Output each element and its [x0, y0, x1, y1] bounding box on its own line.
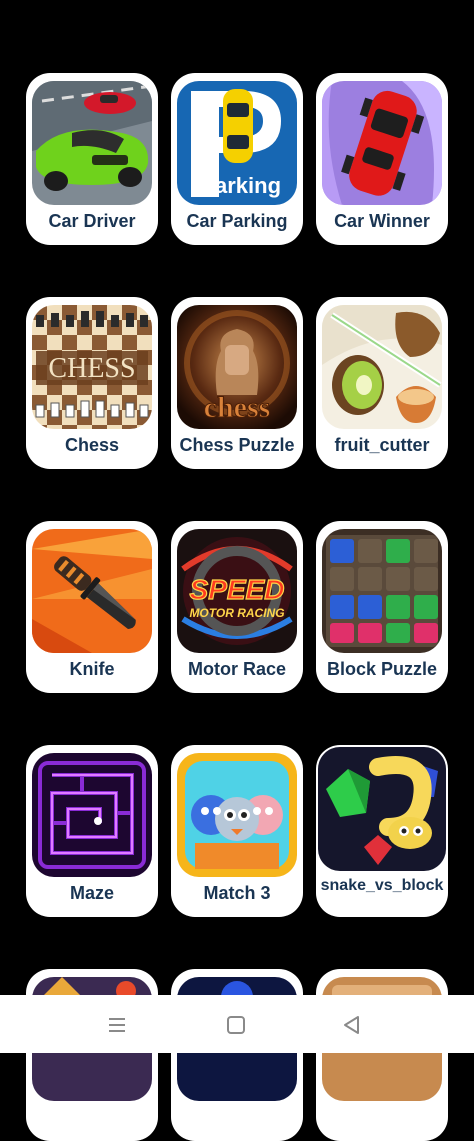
motor-race-icon: SPEED MOTOR RACING: [177, 529, 297, 653]
app-card-car-winner[interactable]: Car Winner: [316, 73, 448, 245]
car-driver-icon: [32, 81, 152, 205]
motor-race-icon-subtitle: MOTOR RACING: [189, 606, 284, 620]
system-navigation-bar: [0, 995, 474, 1053]
car-winner-icon: [322, 81, 442, 205]
chess-icon: CHESS: [32, 305, 152, 429]
motor-race-icon-title: SPEED: [190, 574, 285, 605]
app-label: Car Winner: [334, 211, 430, 231]
maze-icon: [32, 753, 152, 877]
app-card-car-driver[interactable]: Car Driver: [26, 73, 158, 245]
home-button[interactable]: [220, 1009, 252, 1041]
app-card-block-puzzle[interactable]: Block Puzzle: [316, 521, 448, 693]
fruit-cutter-icon: [322, 305, 442, 429]
triangle-back-icon: [336, 1009, 368, 1041]
snake-vs-block-icon: [318, 747, 446, 871]
app-label: fruit_cutter: [334, 435, 430, 455]
menu-icon: [101, 1009, 133, 1041]
app-card-maze[interactable]: Maze: [26, 745, 158, 917]
app-label: Car Parking: [186, 211, 288, 231]
app-card-knife[interactable]: Knife: [26, 521, 158, 693]
chess-puzzle-icon-text: chess: [204, 391, 271, 424]
back-button[interactable]: [336, 1009, 368, 1041]
chess-icon-text: CHESS: [48, 353, 135, 384]
app-label: Chess: [64, 435, 120, 455]
car-parking-icon: arking: [177, 81, 297, 205]
parking-icon-text: arking: [215, 173, 281, 198]
app-label: Chess Puzzle: [179, 435, 295, 455]
square-icon: [220, 1009, 252, 1041]
chess-puzzle-icon: chess: [177, 305, 297, 429]
app-card-fruit-cutter[interactable]: fruit_cutter: [316, 297, 448, 469]
app-label: Match 3: [203, 883, 271, 903]
knife-icon: [32, 529, 152, 653]
app-card-match-3[interactable]: Match 3: [171, 745, 303, 917]
app-card-snake-vs-block[interactable]: snake_vs_block: [316, 745, 448, 917]
app-label: Maze: [69, 883, 114, 903]
match-3-icon: [177, 753, 297, 877]
app-grid: Car Driver arking Car Parking Car Winner…: [0, 0, 474, 1141]
app-label: Block Puzzle: [326, 659, 438, 679]
app-label: Knife: [69, 659, 115, 679]
app-card-chess-puzzle[interactable]: chess Chess Puzzle: [171, 297, 303, 469]
recents-button[interactable]: [101, 1009, 133, 1041]
app-label: snake_vs_block: [320, 877, 444, 894]
app-card-chess[interactable]: CHESS Chess: [26, 297, 158, 469]
app-card-motor-race[interactable]: SPEED MOTOR RACING Motor Race: [171, 521, 303, 693]
app-card-car-parking[interactable]: arking Car Parking: [171, 73, 303, 245]
block-puzzle-icon: [322, 529, 442, 653]
app-label: Motor Race: [187, 659, 286, 679]
app-label: Car Driver: [48, 211, 136, 231]
